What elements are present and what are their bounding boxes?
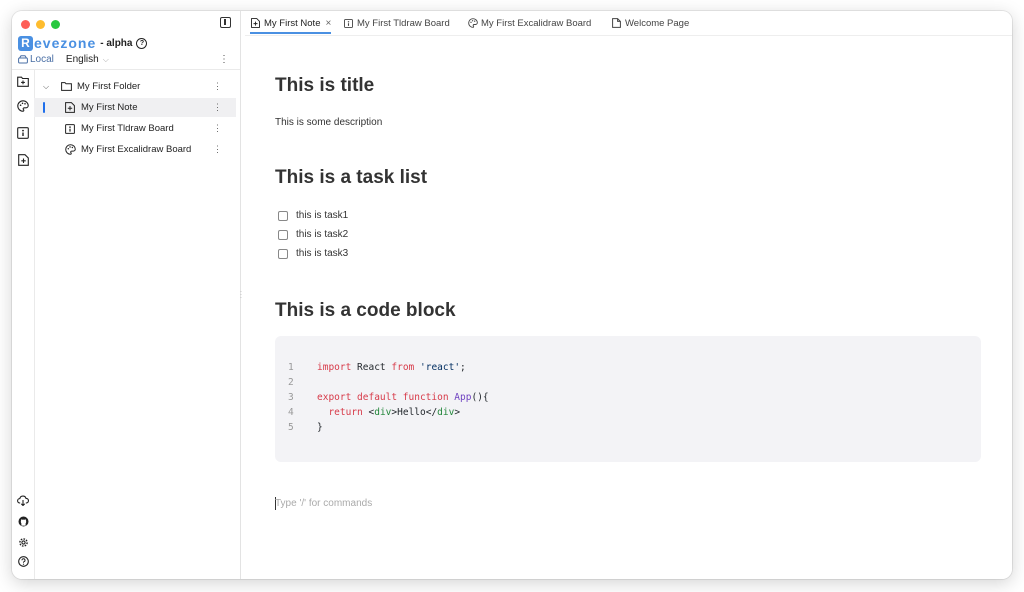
code-text: import React from 'react';: [317, 362, 466, 373]
palette-icon[interactable]: [17, 100, 29, 112]
add-folder-icon[interactable]: [17, 75, 29, 87]
task-label: this is task3: [296, 248, 349, 259]
tab-label: My First Tldraw Board: [357, 17, 450, 29]
code-text: }: [317, 422, 323, 433]
edition-label: - alpha: [100, 37, 133, 49]
active-indicator: [43, 102, 45, 113]
line-number: 4: [288, 407, 294, 418]
note-icon: [64, 102, 76, 114]
palette-icon: [467, 18, 478, 29]
tree-item-label: My First Folder: [77, 81, 141, 92]
logo-icon: R: [18, 35, 33, 51]
add-note-icon[interactable]: [17, 154, 29, 166]
sidebar: R evezone - alpha ? Local English ⌵ ⋮ ⌵ …: [12, 11, 241, 579]
tree-item-label: My First Note: [81, 102, 138, 113]
window-controls: [21, 20, 60, 29]
sidebar-more-icon[interactable]: ⋮: [219, 55, 229, 65]
chevron-down-icon[interactable]: ⌵: [103, 55, 109, 65]
line-number: 5: [288, 422, 294, 433]
storage-row: Local English ⌵: [18, 54, 109, 65]
maximize-window-button[interactable]: [51, 20, 60, 29]
more-icon[interactable]: ⋮: [213, 144, 222, 155]
task-item: this is task1: [278, 210, 348, 221]
tree-excalidraw[interactable]: My First Excalidraw Board ⋮: [34, 140, 236, 159]
task-checkbox[interactable]: [278, 248, 288, 259]
tree-tldraw[interactable]: My First Tldraw Board ⋮: [34, 119, 236, 138]
collapse-sidebar-icon[interactable]: [220, 17, 231, 28]
task-item: this is task2: [278, 229, 348, 240]
code-text: return <div>Hello</div>: [328, 407, 461, 418]
tldraw-icon[interactable]: [17, 127, 29, 139]
task-item: this is task3: [278, 248, 348, 259]
line-number: 3: [288, 392, 294, 403]
code-block[interactable]: 1 import React from 'react'; 2 3 export …: [275, 336, 981, 462]
tree-item-label: My First Excalidraw Board: [81, 144, 192, 155]
line-number: 2: [288, 377, 294, 388]
gear-icon[interactable]: [17, 536, 29, 548]
palette-icon: [64, 144, 76, 156]
more-icon[interactable]: ⋮: [213, 102, 222, 113]
close-icon[interactable]: ×: [325, 18, 331, 29]
doc-title: This is title: [275, 75, 375, 96]
folder-icon: [60, 81, 72, 93]
tab-label: My First Excalidraw Board: [481, 17, 592, 29]
task-label: this is task2: [296, 229, 349, 240]
resize-handle[interactable]: · · ·: [240, 289, 242, 301]
code-heading: This is a code block: [275, 300, 456, 321]
tab-bar: My First Note × My First Tldraw Board My…: [245, 11, 1012, 36]
app-name: evezone: [34, 35, 97, 51]
action-rail: [12, 70, 35, 579]
github-icon[interactable]: [17, 515, 29, 527]
main-panel: My First Note × My First Tldraw Board My…: [245, 11, 1012, 579]
command-placeholder[interactable]: Type '/' for commands: [275, 498, 372, 509]
cloud-sync-icon[interactable]: [17, 494, 29, 506]
tab-my-first-tldraw-board[interactable]: My First Tldraw Board: [343, 14, 450, 32]
app-window: R evezone - alpha ? Local English ⌵ ⋮ ⌵ …: [12, 11, 1012, 579]
tab-welcome-page[interactable]: Welcome Page: [611, 14, 689, 32]
brand: R evezone - alpha ?: [18, 35, 148, 51]
doc-description: This is some description: [275, 117, 383, 128]
more-icon[interactable]: ⋮: [213, 123, 222, 134]
task-checkbox[interactable]: [278, 229, 288, 240]
tab-my-first-excalidraw-board[interactable]: My First Excalidraw Board: [467, 14, 591, 32]
storage-mode-label: Local: [30, 54, 54, 65]
minimize-window-button[interactable]: [36, 20, 45, 29]
close-window-button[interactable]: [21, 20, 30, 29]
tree-note[interactable]: My First Note ⋮: [34, 98, 236, 117]
tree-folder[interactable]: ⌵ My First Folder ⋮: [34, 77, 236, 96]
language-select[interactable]: English: [66, 54, 99, 65]
chevron-down-icon[interactable]: ⌵: [43, 82, 51, 92]
tree-item-label: My First Tldraw Board: [81, 123, 174, 134]
tldraw-icon: [64, 123, 76, 135]
task-heading: This is a task list: [275, 167, 428, 188]
tab-label: My First Note: [264, 17, 321, 29]
help-icon[interactable]: [17, 555, 29, 567]
line-number: 1: [288, 362, 294, 373]
task-checkbox[interactable]: [278, 210, 288, 221]
tab-label: Welcome Page: [625, 17, 690, 29]
more-icon[interactable]: ⋮: [213, 81, 222, 92]
code-text: export default function App(){: [317, 392, 489, 403]
help-icon[interactable]: ?: [136, 37, 148, 49]
page-icon: [611, 18, 622, 29]
drive-icon: [18, 55, 28, 64]
tldraw-icon: [343, 18, 354, 29]
tab-my-first-note[interactable]: My First Note ×: [250, 14, 332, 34]
note-icon: [250, 18, 261, 29]
divider: [12, 69, 240, 70]
task-label: this is task1: [296, 210, 349, 221]
storage-mode[interactable]: Local: [18, 54, 54, 65]
